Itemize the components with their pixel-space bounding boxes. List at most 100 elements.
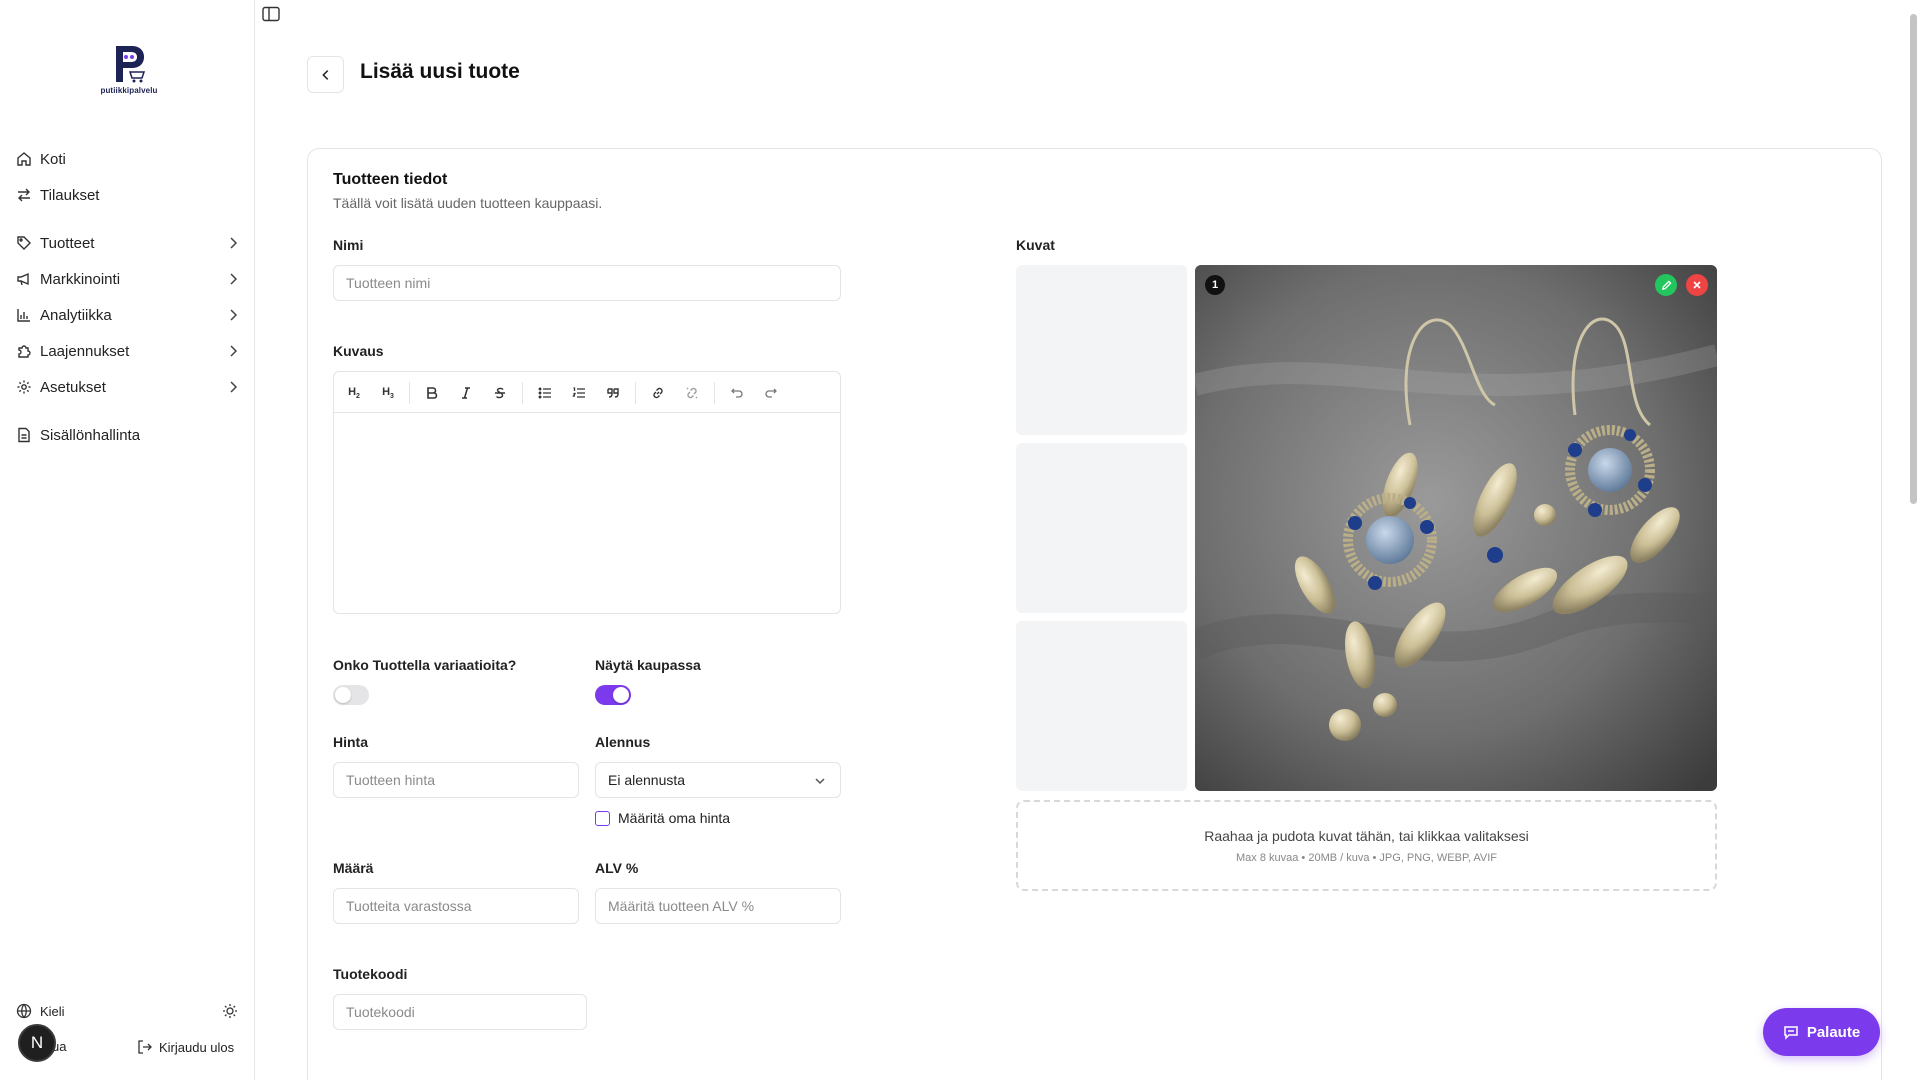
quantity-input[interactable] — [333, 888, 579, 924]
chevron-right-icon — [230, 381, 238, 393]
product-image[interactable] — [1195, 265, 1717, 791]
vat-label: ALV % — [595, 860, 639, 876]
sidebar-item-label: Tilaukset — [40, 186, 100, 204]
earrings-photo — [1195, 265, 1717, 791]
heading3-button[interactable]: H3 — [377, 382, 399, 404]
sidebar-item-label: Markkinointi — [40, 270, 121, 288]
sidebar-item-koti[interactable]: Koti — [16, 145, 241, 173]
image-thumbnail-slot[interactable] — [1016, 443, 1187, 613]
pencil-icon — [1661, 279, 1672, 290]
sidebar-item-analytiikka[interactable]: Analytiikka — [16, 301, 241, 329]
image-order-badge: 1 — [1205, 275, 1225, 295]
link-icon[interactable] — [647, 382, 669, 404]
heading2-button[interactable]: H2 — [343, 382, 365, 404]
sidebar-item-markkinointi[interactable]: Markkinointi — [16, 265, 241, 293]
sidebar-toggle-icon[interactable] — [262, 6, 280, 22]
price-label: Hinta — [333, 734, 368, 750]
chevron-right-icon — [230, 273, 238, 285]
chevron-right-icon — [230, 237, 238, 249]
discount-value: Ei alennusta — [608, 772, 686, 788]
page-title: Lisää uusi tuote — [360, 60, 520, 83]
sidebar-item-label: Koti — [40, 150, 66, 168]
image-dropzone[interactable]: Raahaa ja pudota kuvat tähän, tai klikka… — [1016, 800, 1717, 891]
sidebar-item-tuotteet[interactable]: Tuotteet — [16, 229, 241, 257]
redo-icon[interactable] — [760, 382, 782, 404]
tag-icon — [16, 235, 32, 251]
chevron-left-icon — [321, 69, 328, 80]
ordered-list-icon[interactable] — [568, 382, 590, 404]
image-thumbnail-slot[interactable] — [1016, 265, 1187, 435]
brand-logo[interactable]: putiikkipalvelu — [96, 44, 162, 100]
image-thumbnail-slot[interactable] — [1016, 621, 1187, 791]
sidebar-item-asetukset[interactable]: Asetukset — [16, 373, 241, 401]
undo-icon[interactable] — [726, 382, 748, 404]
show-in-store-toggle[interactable] — [595, 685, 631, 705]
back-button[interactable] — [307, 56, 344, 93]
description-editor: H2 H3 — [333, 371, 841, 614]
sidebar-item-label: Asetukset — [40, 378, 106, 396]
editor-toolbar: H2 H3 — [334, 372, 840, 413]
edit-image-button[interactable] — [1655, 274, 1677, 296]
puzzle-icon — [16, 343, 32, 359]
quantity-label: Määrä — [333, 860, 374, 876]
globe-icon — [16, 1003, 32, 1019]
sku-input[interactable] — [333, 994, 587, 1030]
variations-toggle[interactable] — [333, 685, 369, 705]
custom-price-option[interactable]: Määritä oma hinta — [595, 810, 730, 826]
card-title: Tuotteen tiedot — [333, 171, 448, 188]
sidebar-item-laajennukset[interactable]: Laajennukset — [16, 337, 241, 365]
logout-button[interactable]: Kirjaudu ulos — [137, 1039, 234, 1055]
bold-icon[interactable] — [421, 382, 443, 404]
bullet-list-icon[interactable] — [534, 382, 556, 404]
theme-toggle[interactable] — [222, 1003, 238, 1019]
name-label: Nimi — [333, 237, 364, 253]
brand-name: putiikkipalvelu — [100, 86, 158, 95]
strikethrough-icon[interactable] — [489, 382, 511, 404]
dropzone-text: Raahaa ja pudota kuvat tähän, tai klikka… — [1204, 828, 1529, 844]
close-icon — [1693, 281, 1701, 289]
logout-label: Kirjaudu ulos — [159, 1039, 235, 1055]
name-input[interactable] — [333, 265, 841, 301]
quote-icon[interactable] — [602, 382, 624, 404]
discount-label: Alennus — [595, 734, 651, 750]
logout-icon — [138, 1040, 152, 1054]
avatar[interactable]: N — [18, 1024, 56, 1062]
feedback-button[interactable]: Palaute — [1763, 1008, 1880, 1056]
discount-select[interactable]: Ei alennusta — [595, 762, 841, 798]
chevron-down-icon — [815, 778, 825, 785]
feedback-label: Palaute — [1806, 1023, 1861, 1041]
show-in-store-label: Näytä kaupassa — [595, 657, 701, 673]
card-subtitle: Täällä voit lisätä uuden tuotteen kauppa… — [333, 195, 603, 211]
sidebar: putiikkipalvelu Koti Tilaukset Tuotteet — [0, 0, 255, 1080]
description-label: Kuvaus — [333, 343, 384, 359]
sidebar-item-sisallonhallinta[interactable]: Sisällönhallinta — [16, 421, 241, 449]
language-selector[interactable]: Kieli — [16, 1003, 65, 1019]
sidebar-item-label: Sisällönhallinta — [40, 426, 141, 444]
custom-price-checkbox[interactable] — [595, 810, 610, 826]
logo-icon — [116, 46, 146, 83]
document-icon — [16, 427, 32, 443]
italic-icon[interactable] — [455, 382, 477, 404]
sku-label: Tuotekoodi — [333, 966, 408, 982]
unlink-icon[interactable] — [681, 382, 703, 404]
sidebar-item-tilaukset[interactable]: Tilaukset — [16, 181, 241, 209]
sun-icon — [223, 1004, 237, 1018]
language-label: Kieli — [40, 1003, 65, 1019]
home-icon — [16, 151, 32, 167]
sidebar-item-label: Laajennukset — [40, 342, 130, 360]
chart-icon — [16, 307, 32, 323]
variations-label: Onko Tuottella variaatioita? — [333, 657, 517, 673]
images-label: Kuvat — [1016, 237, 1055, 253]
scrollbar-thumb[interactable] — [1910, 14, 1917, 504]
sidebar-item-label: Analytiikka — [40, 306, 112, 324]
delete-image-button[interactable] — [1686, 274, 1708, 296]
vat-input[interactable] — [595, 888, 841, 924]
dropzone-hint: Max 8 kuvaa • 20MB / kuva • JPG, PNG, WE… — [1236, 852, 1497, 864]
price-input[interactable] — [333, 762, 579, 798]
editor-content[interactable] — [334, 413, 840, 613]
sidebar-item-label: Tuotteet — [40, 234, 95, 252]
page-scrollbar[interactable] — [1906, 0, 1920, 1080]
megaphone-icon — [16, 271, 32, 287]
message-icon — [1784, 1026, 1798, 1040]
gear-icon — [16, 379, 32, 395]
